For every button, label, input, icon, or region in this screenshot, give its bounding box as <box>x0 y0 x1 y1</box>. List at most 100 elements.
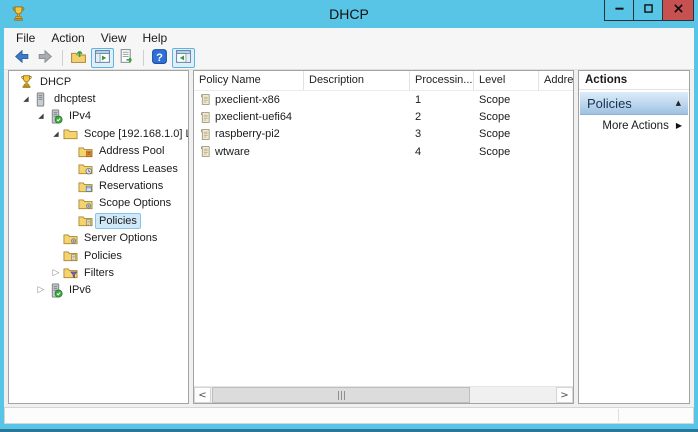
more-actions-label: More Actions <box>602 120 668 132</box>
tree-item-dhcp-root[interactable]: DHCP <box>9 73 188 90</box>
tree-item-label[interactable]: Policies <box>95 213 141 229</box>
scrollbar-thumb[interactable] <box>212 387 470 403</box>
menu-action[interactable]: Action <box>43 29 92 47</box>
status-bar <box>4 407 694 424</box>
policy-icon <box>199 111 212 124</box>
toolbar-help-button[interactable]: ? <box>148 48 171 68</box>
list-body: pxeclient-x861Scopepxeclient-uefi642Scop… <box>194 91 573 161</box>
server-options-icon <box>63 231 78 246</box>
console-tree-pane: DHCP◢dhcptest◢IPv4◢Scope [192.168.1.0] L… <box>8 70 189 404</box>
tree-item-scope-192-168-1-0-lan[interactable]: ◢ Scope [192.168.1.0] LAN <box>9 125 188 142</box>
tree-item-scope-policies[interactable]: Policies <box>9 212 188 229</box>
scroll-right-button[interactable]: > <box>556 387 573 403</box>
tree-item-scope-options[interactable]: Scope Options <box>9 195 188 212</box>
scroll-left-button[interactable]: < <box>194 387 211 403</box>
scrollbar-track[interactable] <box>211 387 556 403</box>
tree-item-ipv6[interactable]: ▷ IPv6 <box>9 282 188 299</box>
tree-item-label[interactable]: dhcptest <box>50 91 100 107</box>
tree-item-label[interactable]: Filters <box>80 265 118 281</box>
tree-item-label[interactable]: Scope Options <box>95 195 175 211</box>
export-list-icon <box>118 48 135 68</box>
policies-icon <box>63 248 78 263</box>
toolbar-up-one-level-button[interactable] <box>67 48 90 68</box>
collapsed-arrow-icon[interactable]: ▷ <box>49 268 63 278</box>
maximize-icon <box>642 2 655 18</box>
tree-item-label[interactable]: Address Pool <box>95 143 168 159</box>
minimize-button[interactable] <box>604 0 634 21</box>
tree-item-label[interactable]: Address Leases <box>95 161 182 177</box>
policy-row-pxeclient-x86[interactable]: pxeclient-x861Scope <box>194 91 573 108</box>
folder-icon <box>63 126 78 141</box>
tree-item-server-options[interactable]: Server Options <box>9 230 188 247</box>
toolbar-show-action-pane-button[interactable] <box>172 48 195 68</box>
toolbar-export-list-button[interactable] <box>115 48 138 68</box>
menu-file[interactable]: File <box>8 29 43 47</box>
cell-processin: 4 <box>410 146 474 158</box>
tree-item-label[interactable]: IPv4 <box>65 108 95 124</box>
address-leases-icon <box>78 161 93 176</box>
more-actions-button[interactable]: More Actions ▶ <box>579 115 689 136</box>
show-action-pane-icon <box>175 48 192 68</box>
tree-item-filters[interactable]: ▷ Filters <box>9 264 188 281</box>
tree-item-reservations[interactable]: Reservations <box>9 177 188 194</box>
toolbar: ? <box>4 47 694 70</box>
expanded-arrow-icon[interactable]: ◢ <box>34 112 48 120</box>
expanded-arrow-icon[interactable]: ◢ <box>49 130 63 138</box>
toolbar-back-arrow-button[interactable] <box>10 48 33 68</box>
toolbar-separator <box>62 50 63 66</box>
column-header-addres[interactable]: Addres <box>539 71 573 90</box>
collapse-section-icon[interactable]: ▲ <box>676 99 681 107</box>
menu-view[interactable]: View <box>93 29 135 47</box>
toolbar-forward-arrow-button[interactable] <box>34 48 57 68</box>
tree-item-address-leases[interactable]: Address Leases <box>9 160 188 177</box>
server-ok-icon <box>48 283 63 298</box>
column-header-processin[interactable]: Processin... <box>410 71 474 90</box>
policy-icon <box>199 145 212 158</box>
tree-item-address-pool[interactable]: Address Pool <box>9 143 188 160</box>
actions-section-policies[interactable]: Policies ▲ <box>580 92 688 115</box>
column-header-policy-name[interactable]: Policy Name <box>194 71 304 90</box>
list-header: Policy NameDescriptionProcessin...LevelA… <box>194 71 573 91</box>
horizontal-scrollbar[interactable]: < > <box>194 386 573 403</box>
tree-item-label[interactable]: Policies <box>80 248 126 264</box>
expanded-arrow-icon[interactable]: ◢ <box>19 95 33 103</box>
tree-item-label[interactable]: DHCP <box>36 74 75 90</box>
tree-item-server-policies[interactable]: Policies <box>9 247 188 264</box>
window-controls <box>605 0 694 21</box>
cell-policy-name: pxeclient-x86 <box>194 93 304 106</box>
policy-row-wtware[interactable]: wtware4Scope <box>194 143 573 160</box>
titlebar[interactable]: DHCP <box>0 0 698 28</box>
reservations-icon <box>78 179 93 194</box>
more-actions-arrow-icon: ▶ <box>676 121 682 130</box>
maximize-button[interactable] <box>633 0 663 21</box>
close-button[interactable] <box>662 0 694 21</box>
tree-item-server-dhcptest[interactable]: ◢ dhcptest <box>9 90 188 107</box>
tree-item-label[interactable]: Scope [192.168.1.0] LAN <box>80 126 189 142</box>
tree-item-ipv4[interactable]: ◢ IPv4 <box>9 108 188 125</box>
actions-pane: Actions Policies ▲ More Actions ▶ <box>578 70 690 404</box>
cell-policy-name: pxeclient-uefi64 <box>194 111 304 124</box>
collapsed-arrow-icon[interactable]: ▷ <box>34 285 48 295</box>
back-arrow-icon <box>13 48 30 68</box>
toolbar-show-console-tree-button[interactable] <box>91 48 114 68</box>
scope-options-icon <box>78 196 93 211</box>
cell-level: Scope <box>474 111 539 123</box>
close-icon <box>672 2 685 18</box>
cell-policy-name: raspberry-pi2 <box>194 128 304 141</box>
tree-item-label[interactable]: Server Options <box>80 230 161 246</box>
dhcp-root-icon <box>19 74 34 89</box>
window-title: DHCP <box>0 0 698 28</box>
tree-item-label[interactable]: Reservations <box>95 178 167 194</box>
column-header-description[interactable]: Description <box>304 71 410 90</box>
policy-row-pxeclient-uefi64[interactable]: pxeclient-uefi642Scope <box>194 108 573 125</box>
policy-icon <box>199 128 212 141</box>
menu-help[interactable]: Help <box>135 29 176 47</box>
policy-row-raspberry-pi2[interactable]: raspberry-pi23Scope <box>194 126 573 143</box>
tree-item-label[interactable]: IPv6 <box>65 282 95 298</box>
server-icon <box>33 92 48 107</box>
up-one-level-icon <box>70 48 87 68</box>
address-pool-icon <box>78 144 93 159</box>
forward-arrow-icon <box>37 48 54 68</box>
column-header-level[interactable]: Level <box>474 71 539 90</box>
minimize-icon <box>613 2 626 18</box>
